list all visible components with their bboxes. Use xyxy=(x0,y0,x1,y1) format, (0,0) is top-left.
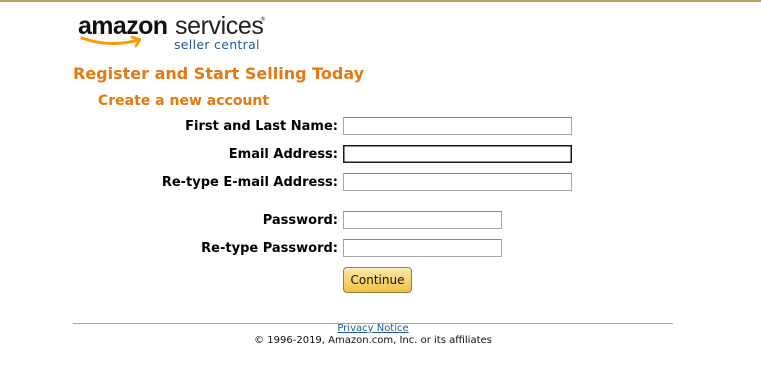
password-field[interactable] xyxy=(343,211,502,229)
password-label: Password: xyxy=(262,213,338,228)
amazon-smile-icon xyxy=(80,35,142,48)
section-title: Create a new account xyxy=(98,93,270,109)
top-border xyxy=(0,0,761,2)
name-field[interactable] xyxy=(343,117,572,135)
copyright-text: © 1996-2019, Amazon.com, Inc. or its aff… xyxy=(254,335,492,346)
email-field[interactable] xyxy=(343,145,572,163)
page-title: Register and Start Selling Today xyxy=(73,64,365,83)
amazon-services-logo[interactable]: amazon services ® seller central xyxy=(78,12,278,56)
logo-subtitle: seller central xyxy=(174,37,260,52)
logo-product-text: services xyxy=(175,12,264,40)
email-confirm-label: Re-type E-mail Address: xyxy=(161,175,338,190)
privacy-notice-link[interactable]: Privacy Notice xyxy=(337,323,408,334)
password-confirm-field[interactable] xyxy=(343,239,502,257)
logo-trademark: ® xyxy=(260,16,266,23)
email-confirm-field[interactable] xyxy=(343,173,572,191)
footer-links: Privacy Notice xyxy=(0,323,746,335)
name-label: First and Last Name: xyxy=(185,119,338,134)
email-label: Email Address: xyxy=(228,147,338,162)
continue-button[interactable]: Continue xyxy=(343,267,412,293)
password-confirm-label: Re-type Password: xyxy=(201,241,338,256)
